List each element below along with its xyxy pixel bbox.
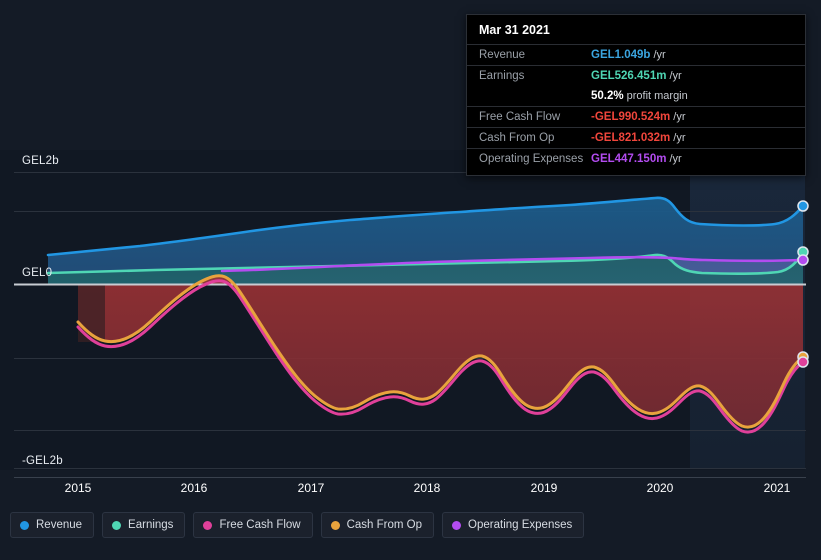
legend-label-operating-expenses: Operating Expenses <box>468 519 572 531</box>
x-tick-2017: 2017 <box>298 481 325 495</box>
tooltip-label-cash-from-op: Cash From Op <box>479 131 591 145</box>
tooltip-row-earnings: Earnings GEL526.451m /yr <box>467 65 805 86</box>
tooltip-value-earnings: GEL526.451m <box>591 69 666 83</box>
legend-dot-icon-operating-expenses <box>452 521 461 530</box>
tooltip-row-profit-margin: 50.2% profit margin <box>467 86 805 106</box>
legend-dot-icon-cash-from-op <box>331 521 340 530</box>
endpoint-free-cash-flow <box>798 357 808 367</box>
tooltip-value-free-cash-flow: -GEL990.524m <box>591 110 670 124</box>
tooltip-unit-cash-from-op: /yr <box>673 131 685 145</box>
tooltip-unit-profit-margin: profit margin <box>627 89 688 103</box>
tooltip-value-revenue: GEL1.049b <box>591 48 650 62</box>
x-tick-2018: 2018 <box>414 481 441 495</box>
legend-label-revenue: Revenue <box>36 519 82 531</box>
x-tick-2019: 2019 <box>531 481 558 495</box>
x-tick-2020: 2020 <box>647 481 674 495</box>
tooltip-label-operating-expenses: Operating Expenses <box>479 152 591 166</box>
tooltip-label-free-cash-flow: Free Cash Flow <box>479 110 591 124</box>
tooltip-row-operating-expenses: Operating Expenses GEL447.150m /yr <box>467 148 805 169</box>
x-tick-2015: 2015 <box>65 481 92 495</box>
tooltip-unit-earnings: /yr <box>669 69 681 83</box>
tooltip-label-revenue: Revenue <box>479 48 591 62</box>
x-tick-2021: 2021 <box>764 481 791 495</box>
endpoint-revenue <box>798 201 808 211</box>
tooltip-label-earnings: Earnings <box>479 69 591 83</box>
legend-dot-icon-earnings <box>112 521 121 530</box>
legend-dot-icon-revenue <box>20 521 29 530</box>
legend-label-earnings: Earnings <box>128 519 173 531</box>
tooltip-value-cash-from-op: -GEL821.032m <box>591 131 670 145</box>
legend-item-cash-from-op[interactable]: Cash From Op <box>321 512 434 538</box>
financial-chart-page: GEL2b GEL0 -GEL2b 2015 2016 2017 2018 20… <box>0 0 821 560</box>
chart-legend: Revenue Earnings Free Cash Flow Cash Fro… <box>10 512 584 538</box>
legend-dot-icon-free-cash-flow <box>203 521 212 530</box>
legend-item-revenue[interactable]: Revenue <box>10 512 94 538</box>
tooltip-value-profit-margin: 50.2% <box>591 89 624 103</box>
chart-tooltip: Mar 31 2021 Revenue GEL1.049b /yr Earnin… <box>466 14 806 176</box>
tooltip-unit-operating-expenses: /yr <box>669 152 681 166</box>
legend-item-earnings[interactable]: Earnings <box>102 512 185 538</box>
legend-item-free-cash-flow[interactable]: Free Cash Flow <box>193 512 312 538</box>
tooltip-date: Mar 31 2021 <box>467 22 805 44</box>
endpoint-opex <box>798 255 808 265</box>
legend-label-free-cash-flow: Free Cash Flow <box>219 519 300 531</box>
tooltip-value-operating-expenses: GEL447.150m <box>591 152 666 166</box>
tooltip-row-free-cash-flow: Free Cash Flow -GEL990.524m /yr <box>467 106 805 127</box>
tooltip-row-revenue: Revenue GEL1.049b /yr <box>467 44 805 65</box>
x-tick-2016: 2016 <box>181 481 208 495</box>
legend-label-cash-from-op: Cash From Op <box>347 519 422 531</box>
tooltip-unit-free-cash-flow: /yr <box>673 110 685 124</box>
tooltip-unit-revenue: /yr <box>653 48 665 62</box>
tooltip-row-cash-from-op: Cash From Op -GEL821.032m /yr <box>467 127 805 148</box>
legend-item-operating-expenses[interactable]: Operating Expenses <box>442 512 584 538</box>
